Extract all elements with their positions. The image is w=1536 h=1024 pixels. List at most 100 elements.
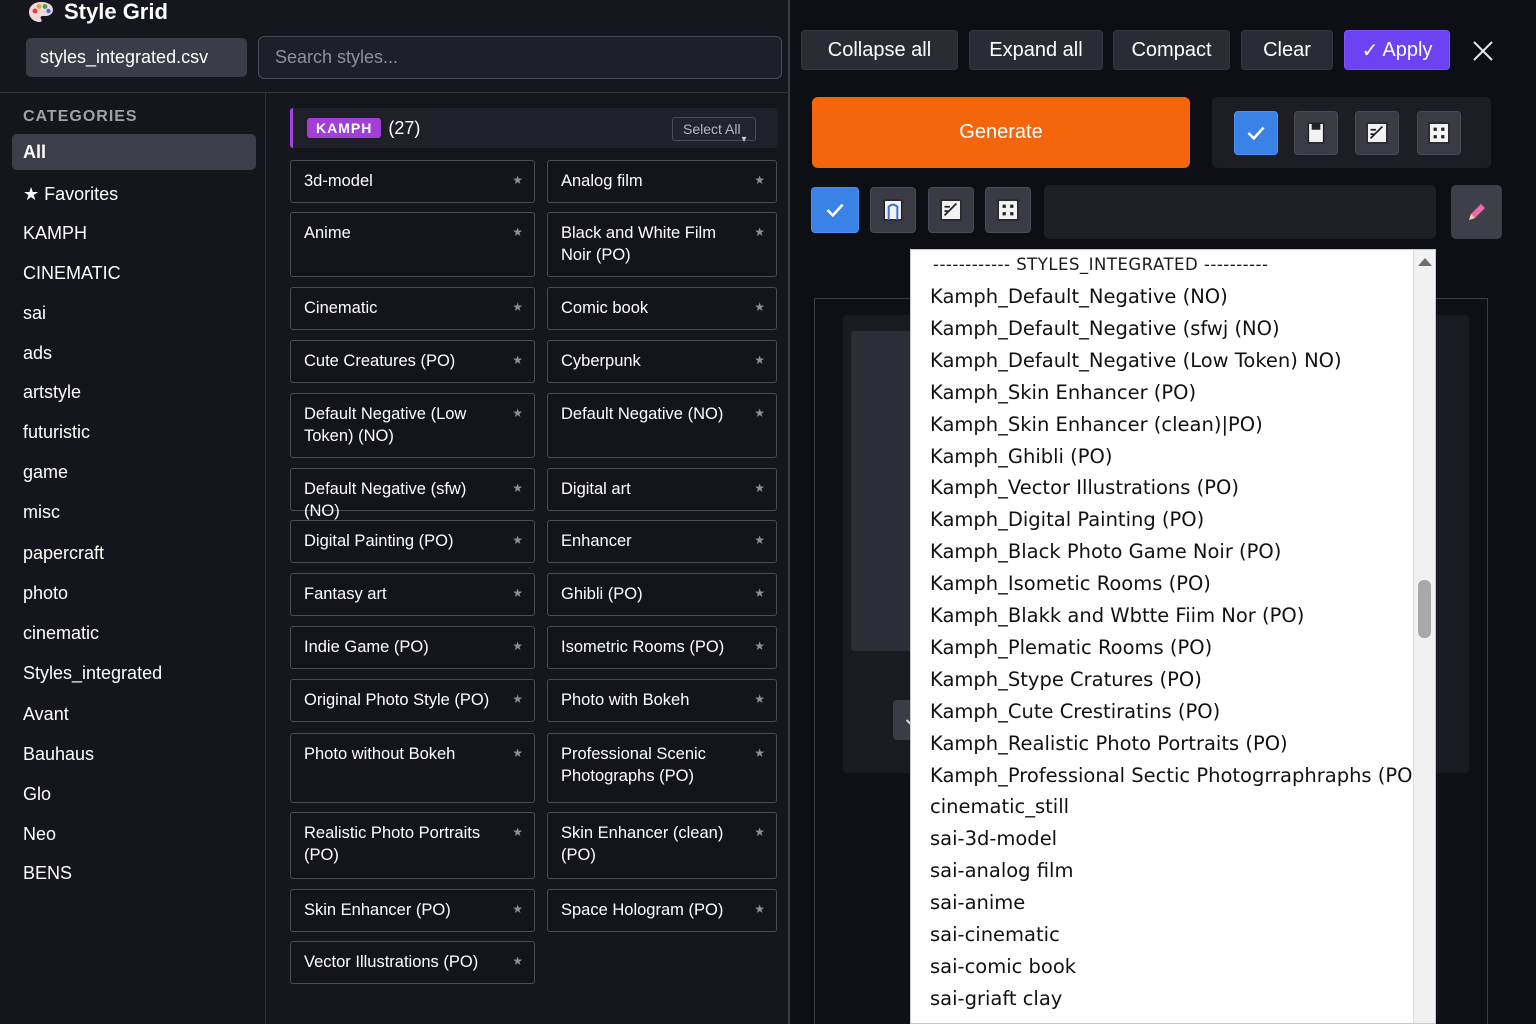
- style-card[interactable]: Ghibli (PO) ★: [547, 573, 777, 616]
- favorite-star-icon[interactable]: ★: [512, 169, 523, 191]
- file-select[interactable]: styles_integrated.csv: [26, 38, 247, 77]
- style-card[interactable]: Skin Enhancer (clean)(PO) ★: [547, 812, 777, 879]
- dropdown-scrollbar[interactable]: [1413, 250, 1435, 1023]
- favorite-star-icon[interactable]: ★: [754, 296, 765, 318]
- edit-prompt-button[interactable]: [1355, 111, 1399, 155]
- scroll-up-icon[interactable]: [1418, 258, 1432, 266]
- pencil-button[interactable]: [1451, 185, 1502, 239]
- door-button[interactable]: [870, 187, 916, 233]
- favorite-star-icon[interactable]: ★: [754, 349, 765, 371]
- style-card[interactable]: Professional Scenic Photographs (PO) ★: [547, 733, 777, 803]
- dropdown-option[interactable]: Kamph_Plematic Rooms (PO): [930, 636, 1212, 659]
- clear-button[interactable]: Clear: [1241, 30, 1333, 70]
- favorite-star-icon[interactable]: ★: [512, 635, 523, 657]
- favorite-star-icon[interactable]: ★: [512, 898, 523, 920]
- dropdown-option[interactable]: Kamph_Isometic Rooms (PO): [930, 572, 1211, 595]
- style-dropdown-list[interactable]: ------------ STYLES_INTEGRATED ---------…: [910, 249, 1436, 1024]
- dropdown-option[interactable]: sai-3d-model: [930, 827, 1057, 850]
- style-card[interactable]: Cute Creatures (PO) ★: [290, 340, 535, 383]
- category-item[interactable]: sai: [12, 295, 256, 331]
- dropdown-option[interactable]: sai-comic book: [930, 955, 1076, 978]
- style-card[interactable]: Enhancer ★: [547, 520, 777, 563]
- grid-settings-button[interactable]: [1417, 111, 1461, 155]
- favorite-star-icon[interactable]: ★: [754, 821, 765, 843]
- dropdown-option[interactable]: Kamph_Realistic Photo Portraits (PO): [930, 732, 1288, 755]
- favorite-star-icon[interactable]: ★: [512, 821, 523, 843]
- favorite-star-icon[interactable]: ★: [754, 898, 765, 920]
- compact-button[interactable]: Compact: [1113, 30, 1230, 70]
- favorite-star-icon[interactable]: ★: [512, 688, 523, 710]
- favorite-star-icon[interactable]: ★: [754, 169, 765, 191]
- dropdown-option[interactable]: Kamph_Skin Enhancer (PO): [930, 381, 1196, 404]
- category-item[interactable]: artstyle: [12, 374, 256, 410]
- style-card[interactable]: Original Photo Style (PO) ★: [290, 679, 535, 722]
- dropdown-option[interactable]: Kamph_Professional Sectic Photogrraphrap…: [930, 764, 1420, 787]
- style-card[interactable]: Space Hologram (PO) ★: [547, 889, 777, 932]
- category-item[interactable]: papercraft: [12, 535, 256, 571]
- style-card[interactable]: Skin Enhancer (PO) ★: [290, 889, 535, 932]
- checkbox-enable[interactable]: [1234, 111, 1278, 155]
- style-card[interactable]: Comic book ★: [547, 287, 777, 330]
- clipboard-button[interactable]: [1294, 111, 1338, 155]
- favorite-star-icon[interactable]: ★: [512, 402, 523, 424]
- dropdown-option[interactable]: Kamph_Digital Painting (PO): [930, 508, 1204, 531]
- style-card[interactable]: Default Negative (NO) ★: [547, 393, 777, 458]
- dropdown-option[interactable]: Kamph_Default_Negative (sfwj (NO): [930, 317, 1280, 340]
- category-item[interactable]: KAMPH: [12, 215, 256, 251]
- style-card[interactable]: Fantasy art ★: [290, 573, 535, 616]
- dropdown-option[interactable]: Kamph_Cute Crestiratins (PO): [930, 700, 1220, 723]
- favorite-star-icon[interactable]: ★: [754, 688, 765, 710]
- style-card[interactable]: Photo with Bokeh ★: [547, 679, 777, 722]
- dropdown-option[interactable]: Kamph_Default_Negative (NO): [930, 285, 1228, 308]
- style-card[interactable]: Cinematic ★: [290, 287, 535, 330]
- style-card[interactable]: Vector Illustrations (PO) ★: [290, 941, 535, 984]
- favorite-star-icon[interactable]: ★: [754, 529, 765, 551]
- style-card[interactable]: Isometric Rooms (PO) ★: [547, 626, 777, 669]
- favorite-star-icon[interactable]: ★: [512, 529, 523, 551]
- category-item[interactable]: Glo: [12, 776, 256, 812]
- dropdown-option[interactable]: sai-analog film: [930, 859, 1073, 882]
- style-card[interactable]: Realistic Photo Portraits (PO) ★: [290, 812, 535, 879]
- category-item[interactable]: ★ Favorites: [12, 176, 256, 212]
- favorite-star-icon[interactable]: ★: [754, 742, 765, 764]
- search-input[interactable]: [258, 36, 782, 79]
- favorite-star-icon[interactable]: ★: [754, 477, 765, 499]
- favorite-star-icon[interactable]: ★: [512, 742, 523, 764]
- style-card[interactable]: 3d-model ★: [290, 160, 535, 203]
- style-card[interactable]: Indie Game (PO) ★: [290, 626, 535, 669]
- category-item[interactable]: Neo: [12, 816, 256, 852]
- style-card[interactable]: Default Negative (Low Token) (NO) ★: [290, 393, 535, 458]
- category-item[interactable]: BENS: [12, 855, 256, 891]
- expand-all-button[interactable]: Expand all: [969, 30, 1103, 70]
- dropdown-option[interactable]: sai-anime: [930, 891, 1025, 914]
- dropdown-option[interactable]: sai-cinematic: [930, 923, 1060, 946]
- style-card[interactable]: Black and White Film Noir (PO) ★: [547, 212, 777, 277]
- grid-settings-button-2[interactable]: [985, 187, 1031, 233]
- style-card[interactable]: Digital Painting (PO) ★: [290, 520, 535, 563]
- favorite-star-icon[interactable]: ★: [754, 402, 765, 424]
- dropdown-option[interactable]: cinematic_still: [930, 795, 1069, 818]
- favorite-star-icon[interactable]: ★: [512, 582, 523, 604]
- favorite-star-icon[interactable]: ★: [512, 477, 523, 499]
- dropdown-option[interactable]: Kamph_Ghibli (PO): [930, 445, 1113, 468]
- dropdown-option[interactable]: Kamph_Black Photo Game Noir (PO): [930, 540, 1281, 563]
- category-item[interactable]: photo: [12, 575, 256, 611]
- style-select-field[interactable]: [1044, 185, 1436, 239]
- category-item[interactable]: All: [12, 134, 256, 170]
- favorite-star-icon[interactable]: ★: [754, 221, 765, 243]
- dropdown-option[interactable]: Kamph_Vector Illustrations (PO): [930, 476, 1239, 499]
- favorite-star-icon[interactable]: ★: [754, 635, 765, 657]
- collapse-all-button[interactable]: Collapse all: [801, 30, 958, 70]
- dropdown-option[interactable]: Kamph_Default_Negative (Low Token) NO): [930, 349, 1342, 372]
- category-item[interactable]: misc: [12, 494, 256, 530]
- generate-button[interactable]: Generate: [812, 97, 1190, 168]
- chevron-down-icon[interactable]: ▾: [735, 127, 753, 151]
- category-item[interactable]: ads: [12, 335, 256, 371]
- scroll-thumb[interactable]: [1418, 580, 1431, 638]
- category-item[interactable]: CINEMATIC: [12, 255, 256, 291]
- category-item[interactable]: futuristic: [12, 414, 256, 450]
- style-card[interactable]: Cyberpunk ★: [547, 340, 777, 383]
- category-item[interactable]: game: [12, 454, 256, 490]
- style-card[interactable]: Digital art ★: [547, 468, 777, 511]
- favorite-star-icon[interactable]: ★: [512, 221, 523, 243]
